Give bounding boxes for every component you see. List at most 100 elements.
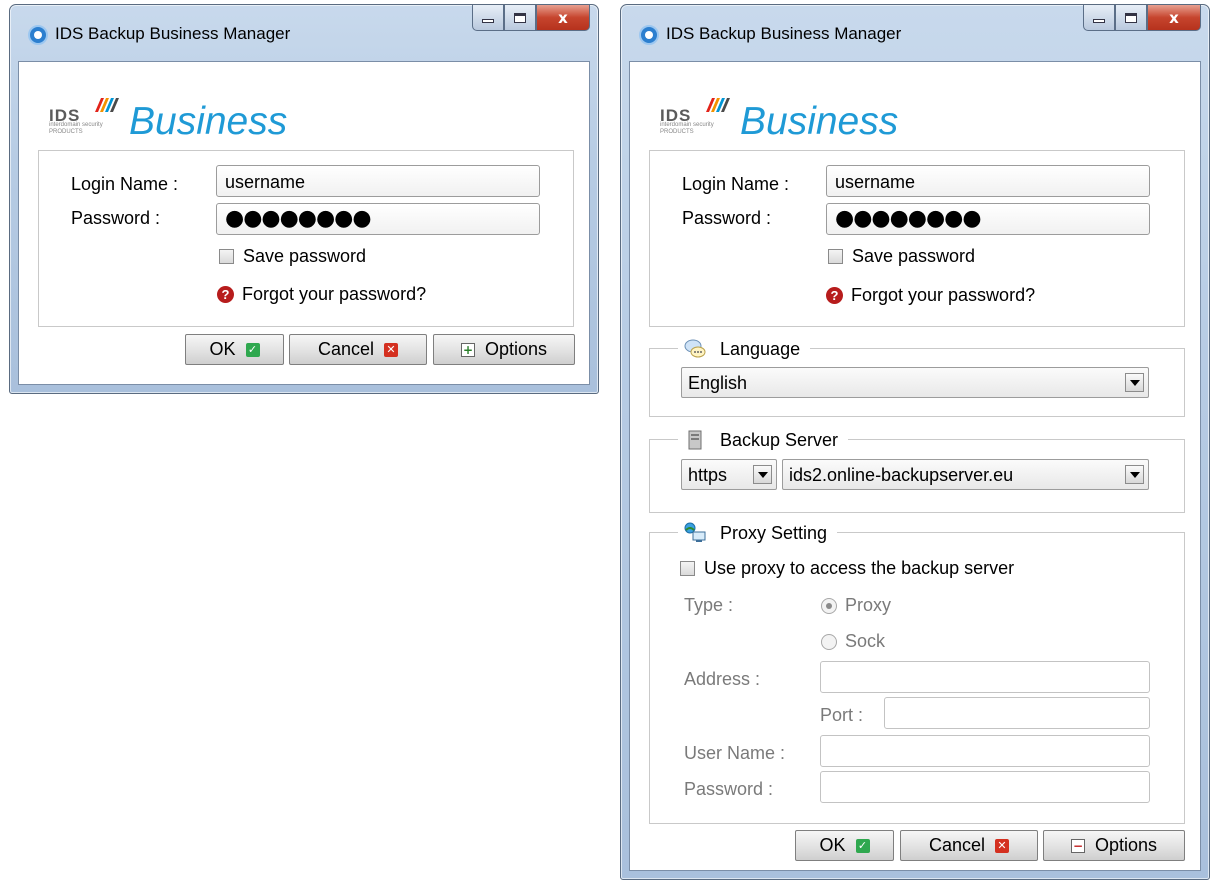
- close-button[interactable]: x: [1147, 5, 1201, 31]
- password-input[interactable]: ●●●●●●●●: [826, 203, 1150, 235]
- dialog-body: IDS interdomain security PRODUCTS Busines…: [629, 61, 1201, 871]
- port-label: Port :: [820, 705, 864, 725]
- minimize-button[interactable]: [472, 5, 504, 31]
- save-password-checkbox[interactable]: Save password: [219, 246, 366, 267]
- options-button[interactable]: + Options: [433, 334, 575, 365]
- close-icon: x: [558, 8, 568, 27]
- radio-proxy[interactable]: Proxy: [821, 595, 891, 616]
- chevron-down-icon[interactable]: [1125, 465, 1144, 484]
- ok-label: OK: [819, 835, 846, 855]
- server-host-select[interactable]: ids2.online-backupserver.eu: [782, 459, 1149, 490]
- options-label: Options: [484, 339, 548, 359]
- proxy-password-label: Password :: [684, 779, 774, 799]
- close-icon: x: [1169, 8, 1179, 27]
- window-title: IDS Backup Business Manager: [666, 24, 902, 43]
- ok-label: OK: [209, 339, 236, 359]
- radio-dot[interactable]: [821, 597, 837, 614]
- chevron-down-icon[interactable]: [753, 465, 772, 484]
- forgot-password-link[interactable]: ? Forgot your password?: [217, 284, 426, 305]
- logo-tagline: interdomain security PRODUCTS: [49, 122, 103, 135]
- password-label: Password :: [71, 208, 161, 228]
- checkbox-box[interactable]: [828, 249, 843, 264]
- logo-business-text: Business: [129, 100, 288, 143]
- radio-sock[interactable]: Sock: [821, 631, 885, 652]
- radio-dot[interactable]: [821, 633, 837, 650]
- window-title: IDS Backup Business Manager: [55, 24, 291, 43]
- minimize-icon: [1093, 18, 1105, 23]
- protocol-select[interactable]: https: [681, 459, 777, 490]
- checkbox-box[interactable]: [680, 561, 695, 576]
- login-name-label: Login Name :: [682, 174, 790, 194]
- login-name-label: Login Name :: [71, 174, 179, 194]
- logo-business-text: Business: [740, 100, 899, 143]
- login-name-input[interactable]: username: [216, 165, 540, 197]
- forgot-password-link[interactable]: ? Forgot your password?: [826, 285, 1035, 306]
- minimize-icon: [482, 18, 494, 23]
- check-icon: ✓: [855, 838, 870, 853]
- x-icon: ✕: [384, 342, 399, 357]
- backup-server-heading: Backup Server: [720, 429, 839, 450]
- login-window-expanded: IDS Backup Business Manager x IDS interd…: [620, 4, 1210, 880]
- password-label: Password :: [682, 208, 772, 228]
- language-value: English: [688, 373, 748, 393]
- minus-icon: −: [1070, 838, 1085, 853]
- language-legend: Language: [678, 338, 811, 360]
- window-controls: x: [1083, 5, 1201, 31]
- use-proxy-label: Use proxy to access the backup server: [704, 558, 1015, 578]
- options-label: Options: [1094, 835, 1158, 855]
- network-computer-icon: [684, 522, 706, 542]
- save-password-label: Save password: [852, 246, 976, 266]
- proxy-legend: Proxy Setting: [678, 522, 838, 544]
- logo-stripes-icon: [706, 98, 730, 112]
- language-select[interactable]: English: [681, 367, 1149, 398]
- radio-proxy-label: Proxy: [845, 595, 892, 615]
- logo-stripes-icon: [95, 98, 119, 112]
- protocol-value: https: [688, 465, 728, 485]
- type-label: Type :: [684, 595, 734, 615]
- cancel-button[interactable]: Cancel ✕: [900, 830, 1038, 861]
- logo-tagline: interdomain security PRODUCTS: [660, 122, 714, 135]
- login-window-collapsed: IDS Backup Business Manager x IDS interd…: [9, 4, 599, 394]
- radio-sock-label: Sock: [845, 631, 886, 651]
- checkbox-box[interactable]: [219, 249, 234, 264]
- close-button[interactable]: x: [536, 5, 590, 31]
- language-heading: Language: [720, 338, 801, 359]
- save-password-checkbox[interactable]: Save password: [828, 246, 975, 267]
- cancel-button[interactable]: Cancel ✕: [289, 334, 427, 365]
- ok-button[interactable]: OK ✓: [185, 334, 284, 365]
- minimize-button[interactable]: [1083, 5, 1115, 31]
- forgot-password-text: Forgot your password?: [851, 285, 1036, 305]
- proxy-heading: Proxy Setting: [720, 522, 828, 543]
- server-host-value: ids2.online-backupserver.eu: [789, 465, 1014, 485]
- use-proxy-checkbox[interactable]: Use proxy to access the backup server: [680, 558, 1014, 579]
- server-icon: [688, 430, 702, 450]
- app-icon: [639, 25, 659, 45]
- maximize-icon: [1125, 12, 1137, 23]
- title-bar[interactable]: IDS Backup Business Manager x: [621, 5, 1209, 61]
- help-question-icon: ?: [217, 286, 234, 303]
- x-icon: ✕: [995, 838, 1010, 853]
- ok-button[interactable]: OK ✓: [795, 830, 894, 861]
- speech-bubbles-icon: [684, 339, 706, 358]
- username-label: User Name :: [684, 743, 786, 763]
- window-controls: x: [472, 5, 590, 31]
- title-bar[interactable]: IDS Backup Business Manager x: [10, 5, 598, 61]
- cancel-label: Cancel: [928, 835, 986, 855]
- app-icon: [28, 25, 48, 45]
- address-label: Address :: [684, 669, 761, 689]
- maximize-icon: [514, 12, 526, 23]
- login-name-input[interactable]: username: [826, 165, 1150, 197]
- help-question-icon: ?: [826, 287, 843, 304]
- dialog-body: IDS interdomain security PRODUCTS Busines…: [18, 61, 590, 385]
- address-input[interactable]: [820, 661, 1150, 693]
- password-input[interactable]: ●●●●●●●●: [216, 203, 540, 235]
- backup-server-legend: Backup Server: [678, 429, 849, 451]
- options-button[interactable]: − Options: [1043, 830, 1185, 861]
- port-input[interactable]: [884, 697, 1150, 729]
- username-input[interactable]: [820, 735, 1150, 767]
- proxy-password-input[interactable]: [820, 771, 1150, 803]
- check-icon: ✓: [245, 342, 260, 357]
- maximize-button[interactable]: [1115, 5, 1147, 31]
- chevron-down-icon[interactable]: [1125, 373, 1144, 392]
- maximize-button[interactable]: [504, 5, 536, 31]
